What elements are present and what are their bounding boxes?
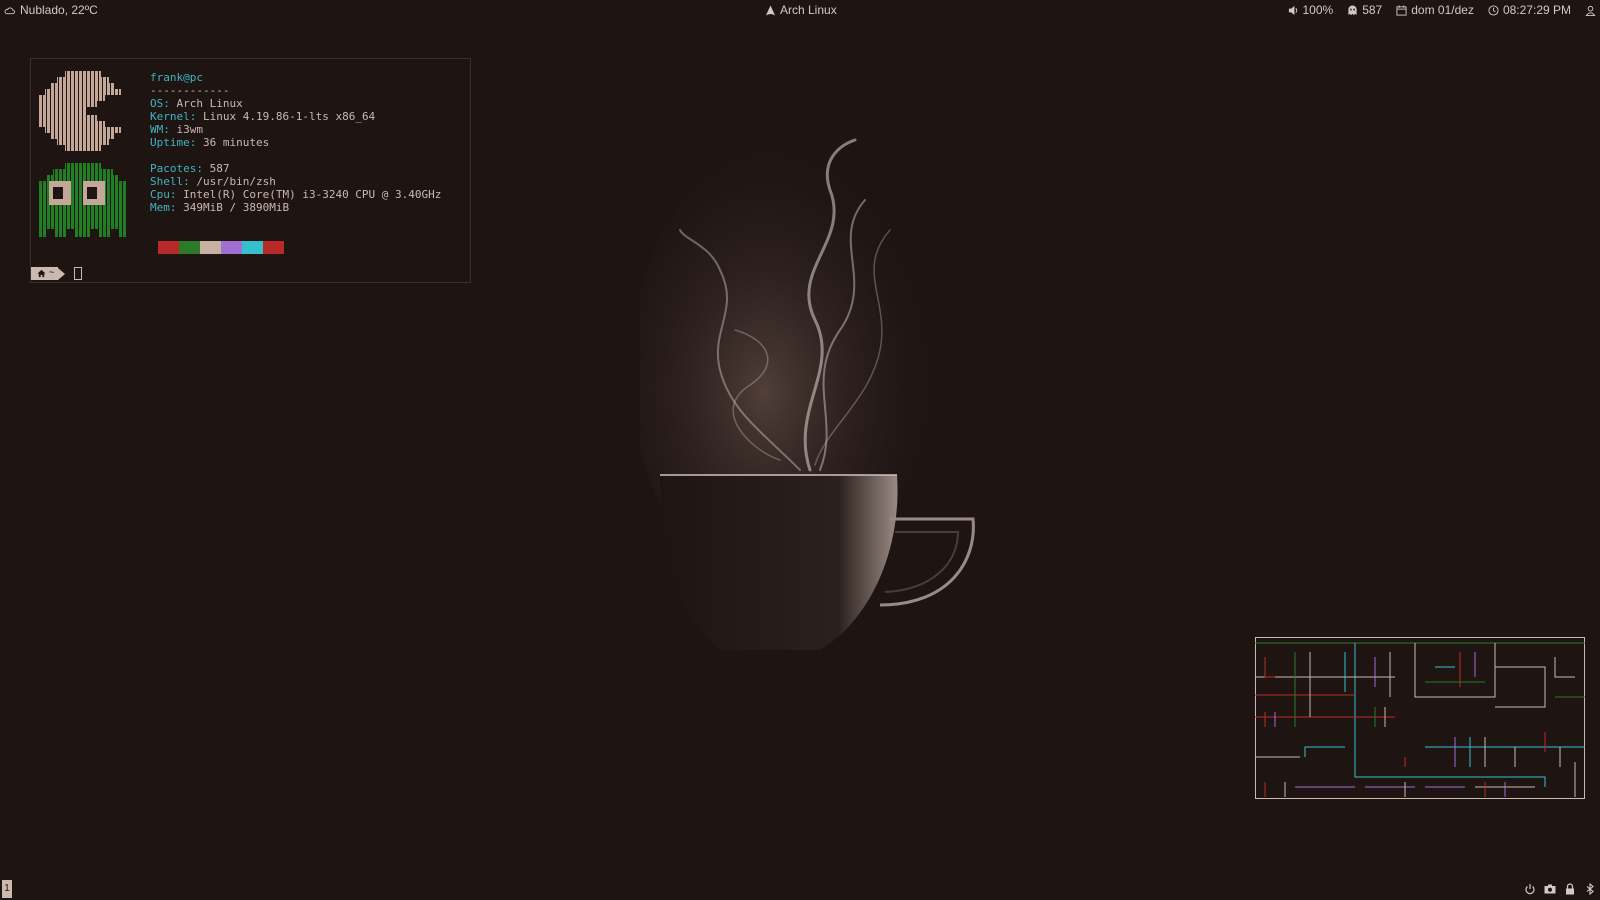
- window-title: Arch Linux: [765, 0, 837, 20]
- palette-swatch: [221, 241, 242, 254]
- status-area: 100% 587 dom 01/dez 08:27:29 PM: [1288, 0, 1597, 20]
- info-label: Shell: [150, 175, 184, 188]
- calendar-icon: [1396, 4, 1407, 16]
- info-label: Kernel: [150, 110, 190, 123]
- shell-prompt[interactable]: ~: [31, 267, 83, 280]
- ghost-icon: [1347, 4, 1358, 16]
- color-palette: [158, 241, 284, 254]
- cloud-icon: [4, 5, 15, 16]
- info-value: Linux 4.19.86-1-lts x86_64: [196, 110, 376, 123]
- volume-widget[interactable]: 100%: [1288, 0, 1334, 20]
- home-icon: [37, 269, 46, 278]
- info-value: Arch Linux: [169, 97, 243, 110]
- prompt-path: ~: [49, 268, 55, 278]
- info-kernel: Kernel: Linux 4.19.86-1-lts x86_64: [150, 110, 376, 123]
- info-value: i3wm: [169, 123, 203, 136]
- palette-swatch: [179, 241, 200, 254]
- info-label: Uptime: [150, 136, 190, 149]
- user-host: frank@pc: [150, 71, 203, 84]
- palette-swatch: [242, 241, 263, 254]
- user-menu[interactable]: [1585, 5, 1596, 16]
- system-info: frank@pc ------------ OS: Arch Linux Kernel…: [150, 71, 441, 214]
- power-icon[interactable]: [1524, 883, 1536, 895]
- date-text: dom 01/dez: [1411, 3, 1474, 17]
- info-value: 36 minutes: [196, 136, 270, 149]
- arch-logo-icon: [765, 4, 776, 16]
- date-widget[interactable]: dom 01/dez: [1396, 0, 1474, 20]
- packages-widget[interactable]: 587: [1347, 0, 1382, 20]
- info-uptime: Uptime: 36 minutes: [150, 136, 270, 149]
- info-value: 587: [202, 162, 230, 175]
- info-label: WM: [150, 123, 164, 136]
- info-label: Pacotes: [150, 162, 197, 175]
- lock-icon[interactable]: [1564, 883, 1576, 895]
- clock-widget[interactable]: 08:27:29 PM: [1488, 0, 1571, 20]
- volume-text: 100%: [1302, 3, 1334, 17]
- prompt-arrow: [58, 267, 66, 280]
- info-shell: Shell: /usr/bin/zsh: [150, 175, 276, 188]
- info-label: Cpu: [150, 188, 170, 201]
- user-icon: [1585, 5, 1596, 16]
- info-value: /usr/bin/zsh: [189, 175, 276, 188]
- info-wm: WM: i3wm: [150, 123, 203, 136]
- weather-text: Nublado, 22ºC: [20, 3, 98, 17]
- packages-text: 587: [1362, 3, 1383, 17]
- separator-line: ------------: [150, 84, 230, 97]
- system-tray: [1524, 883, 1596, 895]
- palette-swatch: [200, 241, 221, 254]
- prompt-segment: ~: [31, 267, 59, 280]
- workspace-button[interactable]: 1: [2, 880, 12, 898]
- info-packages: Pacotes: 587: [150, 162, 230, 175]
- palette-swatch: [158, 241, 179, 254]
- ghost-art: [39, 163, 127, 237]
- bluetooth-icon[interactable]: [1584, 883, 1596, 895]
- title-text: Arch Linux: [780, 3, 837, 17]
- coffee-cup-wallpaper: [640, 138, 975, 650]
- info-label: Mem: [150, 201, 170, 214]
- terminal-window[interactable]: frank@pc ------------ OS: Arch Linux Kernel…: [30, 58, 471, 283]
- pacman-art: [39, 71, 121, 151]
- top-bar: Nublado, 22ºC Arch Linux 100% 587 dom 01…: [0, 0, 1600, 20]
- volume-icon: [1288, 5, 1299, 16]
- weather-widget[interactable]: Nublado, 22ºC: [4, 0, 98, 20]
- pipes-maze-widget: [1255, 637, 1585, 799]
- palette-swatch: [263, 241, 284, 254]
- info-cpu: Cpu: Intel(R) Core(TM) i3-3240 CPU @ 3.4…: [150, 188, 442, 201]
- clock-icon: [1488, 4, 1499, 16]
- info-value: 349MiB / 3890MiB: [176, 201, 290, 214]
- info-label: OS: [150, 97, 164, 110]
- time-text: 08:27:29 PM: [1502, 3, 1571, 17]
- text-cursor: [74, 267, 83, 280]
- info-os: OS: Arch Linux: [150, 97, 243, 110]
- info-value: Intel(R) Core(TM) i3-3240 CPU @ 3.40GHz: [176, 188, 442, 201]
- info-mem: Mem: 349MiB / 3890MiB: [150, 201, 290, 214]
- camera-icon[interactable]: [1544, 883, 1556, 895]
